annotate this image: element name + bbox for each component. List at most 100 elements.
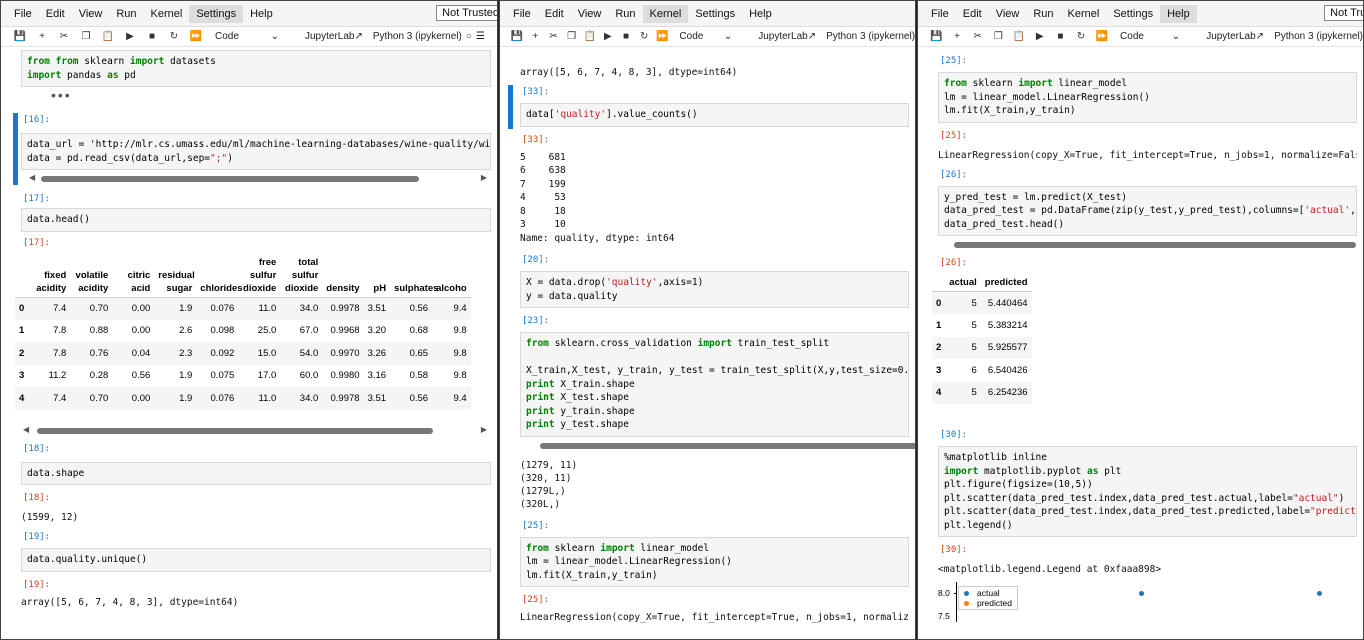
menu-file[interactable]: File (506, 5, 538, 23)
menu-edit[interactable]: Edit (956, 5, 989, 23)
scrollbar-thumb[interactable] (41, 176, 419, 182)
table-cell: 0.076 (210, 303, 235, 314)
cell-type-select[interactable]: Code ⌄ (679, 31, 732, 42)
scrollbar-thumb[interactable] (540, 442, 915, 449)
run-icon[interactable]: ▶ (119, 31, 141, 42)
menu-file[interactable]: File (924, 5, 956, 23)
restart-icon[interactable]: ↻ (635, 31, 653, 42)
jupyterlab-link[interactable]: JupyterLab (305, 31, 354, 42)
not-trusted-badge[interactable]: Not Trusted (436, 5, 497, 21)
paste-icon[interactable]: 📋 (97, 31, 119, 42)
scroll-right-icon[interactable]: ▶ (481, 425, 487, 434)
menu-run[interactable]: Run (109, 5, 143, 23)
cut-icon[interactable]: ✂ (967, 31, 988, 42)
code-cell-23[interactable]: from sklearn.cross_validation import tra… (520, 332, 909, 437)
menu-help[interactable]: Help (1160, 4, 1197, 23)
external-link-icon[interactable]: ↗ (808, 31, 816, 42)
code-cell-33[interactable]: data['quality'].value_counts() (520, 103, 909, 127)
cell-type-select[interactable]: Code ⌄ (215, 31, 279, 42)
menu-help[interactable]: Help (243, 5, 280, 23)
code-cell-19[interactable]: data.quality.unique() (21, 548, 491, 572)
column-header: chlorides (196, 255, 243, 298)
code-cell-20[interactable]: X = data.drop('quality',axis=1) y = data… (520, 271, 909, 308)
cell-type-select[interactable]: Code ⌄ (1120, 31, 1180, 42)
row-index: 2 (936, 342, 942, 354)
menu-settings[interactable]: Settings (1106, 5, 1160, 23)
notebook-body[interactable]: array([5, 6, 7, 4, 8, 3], dtype=int64) [… (500, 48, 915, 639)
kernel-name[interactable]: Python 3 (ipykernel) (1274, 31, 1363, 42)
jupyterlab-link[interactable]: JupyterLab (1206, 31, 1255, 42)
horizontal-scrollbar[interactable] (918, 238, 1363, 250)
notebook-body[interactable]: from from sklearn import datasets import… (1, 48, 497, 639)
save-icon[interactable]: 💾 (9, 31, 31, 42)
column-header: volatile acidity (70, 255, 113, 298)
copy-icon[interactable]: ❐ (75, 31, 97, 42)
restart-icon[interactable]: ↻ (1071, 31, 1092, 42)
menu-kernel[interactable]: Kernel (144, 5, 190, 23)
cell-33[interactable]: [33]: data['quality'].value_counts() (500, 85, 915, 129)
save-icon[interactable]: 💾 (508, 31, 526, 42)
menu-settings[interactable]: Settings (688, 5, 742, 23)
code-cell-26[interactable]: y_pred_test = lm.predict(X_test) data_pr… (938, 185, 1357, 236)
run-icon[interactable]: ▶ (1029, 31, 1050, 42)
cut-icon[interactable]: ✂ (544, 31, 562, 42)
menu-run[interactable]: Run (608, 5, 642, 23)
notebook-body[interactable]: [25]: from sklearn import linear_model l… (918, 48, 1363, 639)
menu-kernel[interactable]: Kernel (1061, 5, 1107, 23)
scrollbar-thumb[interactable] (954, 242, 1356, 248)
code-cell-30[interactable]: %matplotlib inline import matplotlib.pyp… (938, 446, 1357, 537)
external-link-icon[interactable]: ↗ (1256, 31, 1264, 42)
collapsed-output-ellipsis[interactable]: ••• (1, 87, 497, 107)
stop-icon[interactable]: ■ (617, 31, 635, 42)
add-icon[interactable]: + (947, 31, 968, 42)
scroll-left-icon[interactable]: ◀ (29, 173, 35, 182)
code-cell-16[interactable]: data_url = 'http://mlr.cs.umass.edu/ml/m… (21, 133, 491, 170)
horizontal-scrollbar[interactable] (514, 439, 915, 451)
save-icon[interactable]: 💾 (926, 31, 947, 42)
menu-view[interactable]: View (989, 5, 1027, 23)
scroll-left-icon[interactable]: ◀ (23, 425, 29, 434)
hamburger-menu-icon[interactable]: ☰ (476, 31, 485, 42)
kernel-name[interactable]: Python 3 (ipykernel) (826, 31, 915, 42)
kernel-name[interactable]: Python 3 (ipykernel) (373, 31, 462, 42)
horizontal-scrollbar[interactable]: ◀ ▶ (1, 172, 497, 184)
menu-help[interactable]: Help (742, 5, 779, 23)
not-trusted-badge[interactable]: Not Trusted (1324, 5, 1363, 21)
external-link-icon[interactable]: ↗ (354, 31, 362, 42)
menu-view[interactable]: View (571, 5, 609, 23)
scroll-right-icon[interactable]: ▶ (481, 173, 487, 182)
stop-icon[interactable]: ■ (1050, 31, 1071, 42)
run-all-icon[interactable]: ⏩ (1091, 31, 1112, 42)
add-icon[interactable]: + (526, 31, 544, 42)
menu-edit[interactable]: Edit (538, 5, 571, 23)
menu-kernel[interactable]: Kernel (642, 4, 689, 23)
table-cell: 34.0 (299, 303, 319, 314)
restart-icon[interactable]: ↻ (163, 31, 185, 42)
menu-file[interactable]: File (7, 5, 39, 23)
code-cell-18[interactable]: data.shape (21, 461, 491, 485)
run-icon[interactable]: ▶ (599, 31, 617, 42)
code-cell-25[interactable]: from sklearn import linear_model lm = li… (938, 72, 1357, 123)
copy-icon[interactable]: ❐ (562, 31, 580, 42)
add-icon[interactable]: + (31, 31, 53, 42)
code-cell-25[interactable]: from sklearn import linear_model lm = li… (520, 536, 909, 587)
code-cell-15[interactable]: from from sklearn import datasets import… (21, 50, 491, 87)
stop-icon[interactable]: ■ (141, 31, 163, 42)
code-line: print X_test.shape (526, 392, 629, 403)
paste-icon[interactable]: 📋 (581, 31, 599, 42)
scrollbar-thumb[interactable] (37, 427, 433, 434)
run-all-icon[interactable]: ⏩ (185, 31, 207, 42)
cell-16[interactable]: [16]: data_url = 'http://mlr.cs.umass.ed… (1, 113, 497, 185)
jupyterlab-link[interactable]: JupyterLab (758, 31, 807, 42)
copy-icon[interactable]: ❐ (988, 31, 1009, 42)
cut-icon[interactable]: ✂ (53, 31, 75, 42)
run-all-icon[interactable]: ⏩ (653, 31, 671, 42)
paste-icon[interactable]: 📋 (1009, 31, 1030, 42)
menu-settings[interactable]: Settings (189, 4, 244, 23)
horizontal-scrollbar[interactable]: ◀ ▶ (1, 424, 497, 436)
menu-run[interactable]: Run (1026, 5, 1060, 23)
menu-edit[interactable]: Edit (39, 5, 72, 23)
notebook-toolbar: 💾 + ✂ ❐ 📋 ▶ ■ ↻ ⏩ Code ⌄ JupyterLab ↗ Pyt… (1, 27, 497, 47)
code-cell-17[interactable]: data.head() (21, 208, 491, 232)
menu-view[interactable]: View (72, 5, 110, 23)
